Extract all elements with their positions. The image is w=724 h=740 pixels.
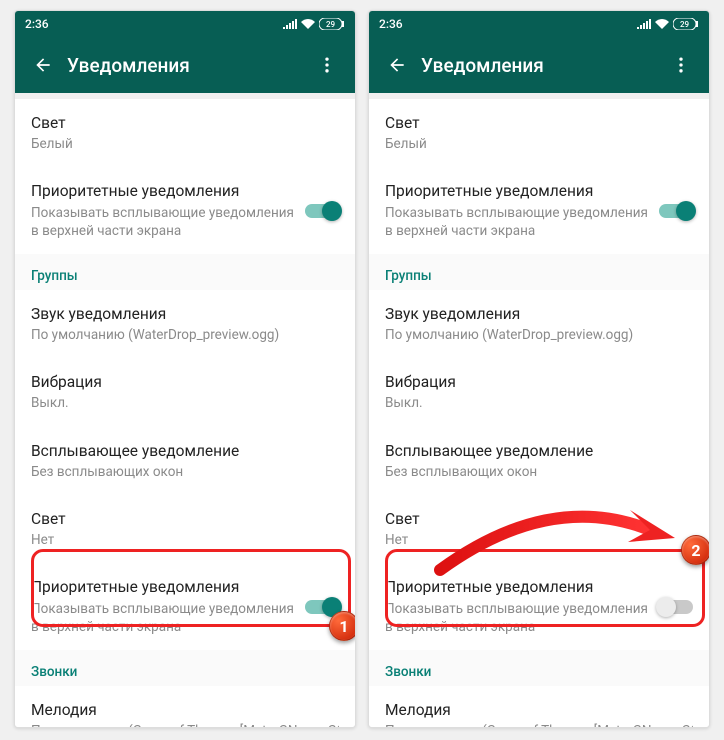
- signal-icon: [283, 19, 297, 29]
- setting-vibration[interactable]: Вибрация Выкл.: [369, 358, 709, 426]
- setting-value: Выкл.: [31, 394, 339, 412]
- section-calls: Звонки: [15, 650, 355, 686]
- app-bar: Уведомления: [369, 37, 709, 93]
- setting-value: По умолчанию (Game of Thrones [MetroGNom…: [31, 722, 339, 727]
- setting-title: Вибрация: [31, 372, 339, 392]
- phone-screen-left: 2:36 29 Уведомления Свет Белый Приоритет…: [14, 10, 356, 728]
- phone-screen-right: 2:36 29 Уведомления Свет Белый Приоритет…: [368, 10, 710, 728]
- more-vert-icon: [671, 55, 691, 75]
- arrow-back-icon: [33, 55, 53, 75]
- setting-light-groups[interactable]: Свет Нет: [15, 495, 355, 563]
- settings-list: Свет Белый Приоритетные уведомления Пока…: [15, 93, 355, 727]
- setting-light[interactable]: Свет Белый: [15, 99, 355, 167]
- setting-ringtone[interactable]: Мелодия По умолчанию (Game of Thrones [M…: [369, 686, 709, 727]
- status-time: 2:36: [25, 17, 49, 31]
- setting-value: Выкл.: [385, 394, 693, 412]
- setting-priority-notifications-groups[interactable]: Приоритетные уведомления Показывать вспл…: [15, 563, 355, 650]
- setting-light-groups[interactable]: Свет Нет: [369, 495, 709, 563]
- svg-text:29: 29: [680, 20, 690, 29]
- status-bar: 2:36 29: [15, 11, 355, 37]
- setting-desc: Показывать всплывающие уведомления в вер…: [31, 600, 297, 636]
- setting-title: Мелодия: [31, 700, 339, 720]
- status-time: 2:36: [379, 17, 403, 31]
- back-button[interactable]: [377, 55, 417, 75]
- battery-icon: 29: [319, 18, 345, 30]
- step-badge-2: 2: [681, 535, 710, 565]
- section-calls: Звонки: [369, 650, 709, 686]
- overflow-menu-button[interactable]: [307, 55, 347, 75]
- signal-icon: [637, 19, 651, 29]
- setting-priority-notifications[interactable]: Приоритетные уведомления Показывать вспл…: [369, 167, 709, 254]
- setting-value: Без всплывающих окон: [31, 463, 339, 481]
- setting-desc: Показывать всплывающие уведомления в вер…: [385, 600, 651, 636]
- setting-title: Звук уведомления: [31, 304, 339, 324]
- svg-text:29: 29: [326, 20, 336, 29]
- app-bar: Уведомления: [15, 37, 355, 93]
- setting-notification-sound[interactable]: Звук уведомления По умолчанию (WaterDrop…: [369, 290, 709, 358]
- setting-notification-sound[interactable]: Звук уведомления По умолчанию (WaterDrop…: [15, 290, 355, 358]
- priority-toggle-groups[interactable]: [305, 600, 339, 614]
- setting-desc: Показывать всплывающие уведомления в вер…: [385, 204, 651, 240]
- section-groups: Группы: [369, 254, 709, 290]
- setting-value: По умолчанию (WaterDrop_preview.ogg): [31, 326, 339, 344]
- setting-title: Вибрация: [385, 372, 693, 392]
- settings-list: Свет Белый Приоритетные уведомления Пока…: [369, 93, 709, 727]
- setting-value: По умолчанию (WaterDrop_preview.ogg): [385, 326, 693, 344]
- setting-priority-notifications-groups[interactable]: Приоритетные уведомления Показывать вспл…: [369, 563, 709, 650]
- setting-title: Мелодия: [385, 700, 693, 720]
- setting-value: Без всплывающих окон: [385, 463, 693, 481]
- wifi-icon: [655, 19, 669, 29]
- setting-light[interactable]: Свет Белый: [369, 99, 709, 167]
- page-title: Уведомления: [63, 54, 307, 77]
- setting-title: Свет: [385, 509, 693, 529]
- arrow-back-icon: [387, 55, 407, 75]
- page-title: Уведомления: [417, 54, 661, 77]
- setting-title: Свет: [385, 113, 693, 133]
- setting-vibration[interactable]: Вибрация Выкл.: [15, 358, 355, 426]
- setting-title: Приоритетные уведомления: [385, 181, 651, 201]
- step-badge-1: 1: [329, 611, 356, 641]
- status-right: 29: [283, 18, 345, 30]
- section-groups: Группы: [15, 254, 355, 290]
- status-bar: 2:36 29: [369, 11, 709, 37]
- priority-toggle-groups[interactable]: [659, 600, 693, 614]
- more-vert-icon: [317, 55, 337, 75]
- priority-toggle[interactable]: [305, 204, 339, 218]
- setting-popup[interactable]: Всплывающее уведомление Без всплывающих …: [15, 427, 355, 495]
- setting-popup[interactable]: Всплывающее уведомление Без всплывающих …: [369, 427, 709, 495]
- setting-title: Свет: [31, 113, 339, 133]
- setting-value: Белый: [31, 135, 339, 153]
- setting-value: Нет: [31, 531, 339, 549]
- setting-title: Всплывающее уведомление: [31, 441, 339, 461]
- overflow-menu-button[interactable]: [661, 55, 701, 75]
- back-button[interactable]: [23, 55, 63, 75]
- status-right: 29: [637, 18, 699, 30]
- setting-title: Приоритетные уведомления: [31, 181, 297, 201]
- setting-title: Приоритетные уведомления: [31, 577, 297, 597]
- setting-value: Белый: [385, 135, 693, 153]
- priority-toggle[interactable]: [659, 204, 693, 218]
- setting-desc: Показывать всплывающие уведомления в вер…: [31, 204, 297, 240]
- setting-priority-notifications[interactable]: Приоритетные уведомления Показывать вспл…: [15, 167, 355, 254]
- setting-ringtone[interactable]: Мелодия По умолчанию (Game of Thrones [M…: [15, 686, 355, 727]
- setting-title: Звук уведомления: [385, 304, 693, 324]
- battery-icon: 29: [673, 18, 699, 30]
- setting-value: Нет: [385, 531, 693, 549]
- wifi-icon: [301, 19, 315, 29]
- setting-title: Всплывающее уведомление: [385, 441, 693, 461]
- setting-value: По умолчанию (Game of Thrones [MetroGNom…: [385, 722, 693, 727]
- setting-title: Приоритетные уведомления: [385, 577, 651, 597]
- setting-title: Свет: [31, 509, 339, 529]
